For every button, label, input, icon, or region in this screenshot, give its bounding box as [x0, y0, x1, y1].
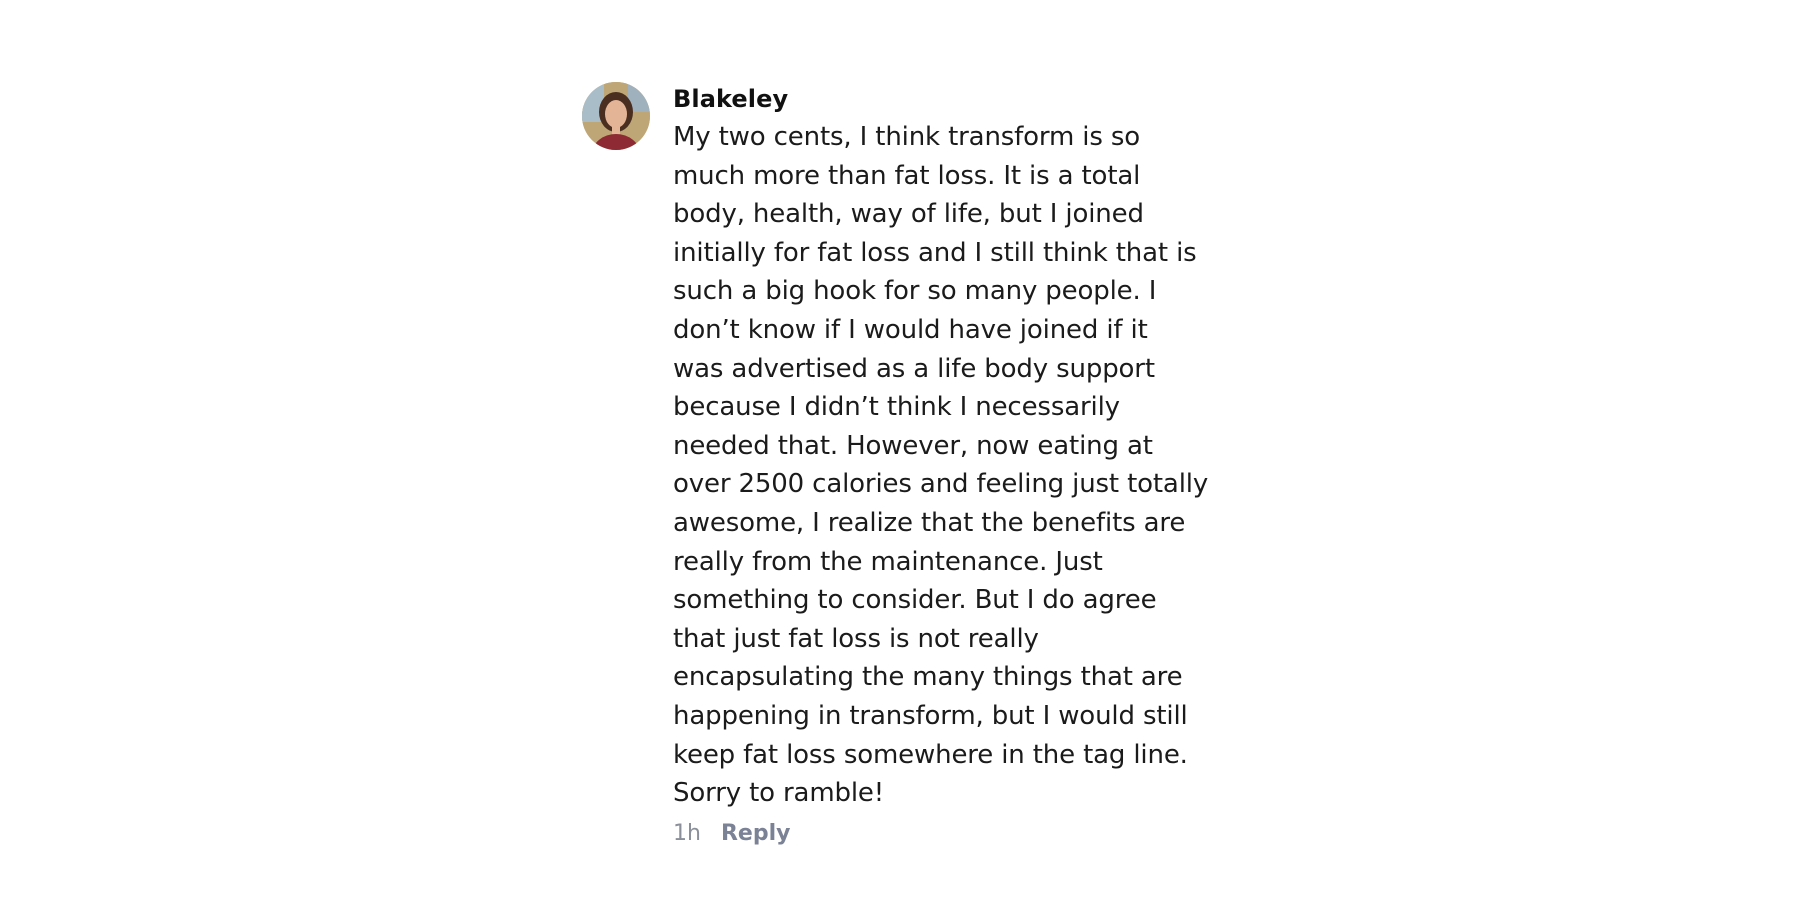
comment-line: that just fat loss is not really: [673, 623, 1039, 654]
comment-line: such a big hook for so many people. I: [673, 276, 1157, 307]
comment-timestamp: 1h: [673, 820, 701, 846]
comment-line: really from the maintenance. Just: [673, 546, 1103, 577]
comment-line: over 2500 calories and feeling just tota…: [673, 469, 1209, 500]
comment-line: something to consider. But I do agree: [673, 585, 1157, 616]
reply-button[interactable]: Reply: [721, 821, 791, 846]
comment-line: awesome, I realize that the benefits are: [673, 507, 1186, 538]
comment-line: Sorry to ramble!: [673, 778, 885, 809]
comment-text: My two cents, I think transform is so mu…: [673, 118, 1228, 813]
comment: Blakeley My two cents, I think transform…: [582, 82, 1302, 849]
comment-line: initially for fat loss and I still think…: [673, 237, 1197, 268]
comment-author[interactable]: Blakeley: [673, 82, 1233, 116]
comment-line: was advertised as a life body support: [673, 353, 1155, 384]
comment-meta: 1h Reply: [673, 819, 1233, 849]
comment-line: happening in transform, but I would stil…: [673, 700, 1188, 731]
comment-body: Blakeley My two cents, I think transform…: [673, 82, 1233, 849]
comment-line: body, health, way of life, but I joined: [673, 199, 1144, 230]
comment-line: needed that. However, now eating at: [673, 430, 1153, 461]
comment-line: keep fat loss somewhere in the tag line.: [673, 739, 1188, 770]
user-avatar[interactable]: [582, 82, 650, 150]
avatar-photo-icon: [582, 82, 650, 150]
comment-line: don’t know if I would have joined if it: [673, 314, 1148, 345]
comment-line: My two cents, I think transform is so: [673, 122, 1141, 152]
comment-line: because I didn’t think I necessarily: [673, 392, 1120, 423]
comment-line: much more than fat loss. It is a total: [673, 160, 1141, 191]
comment-line: encapsulating the many things that are: [673, 662, 1183, 693]
